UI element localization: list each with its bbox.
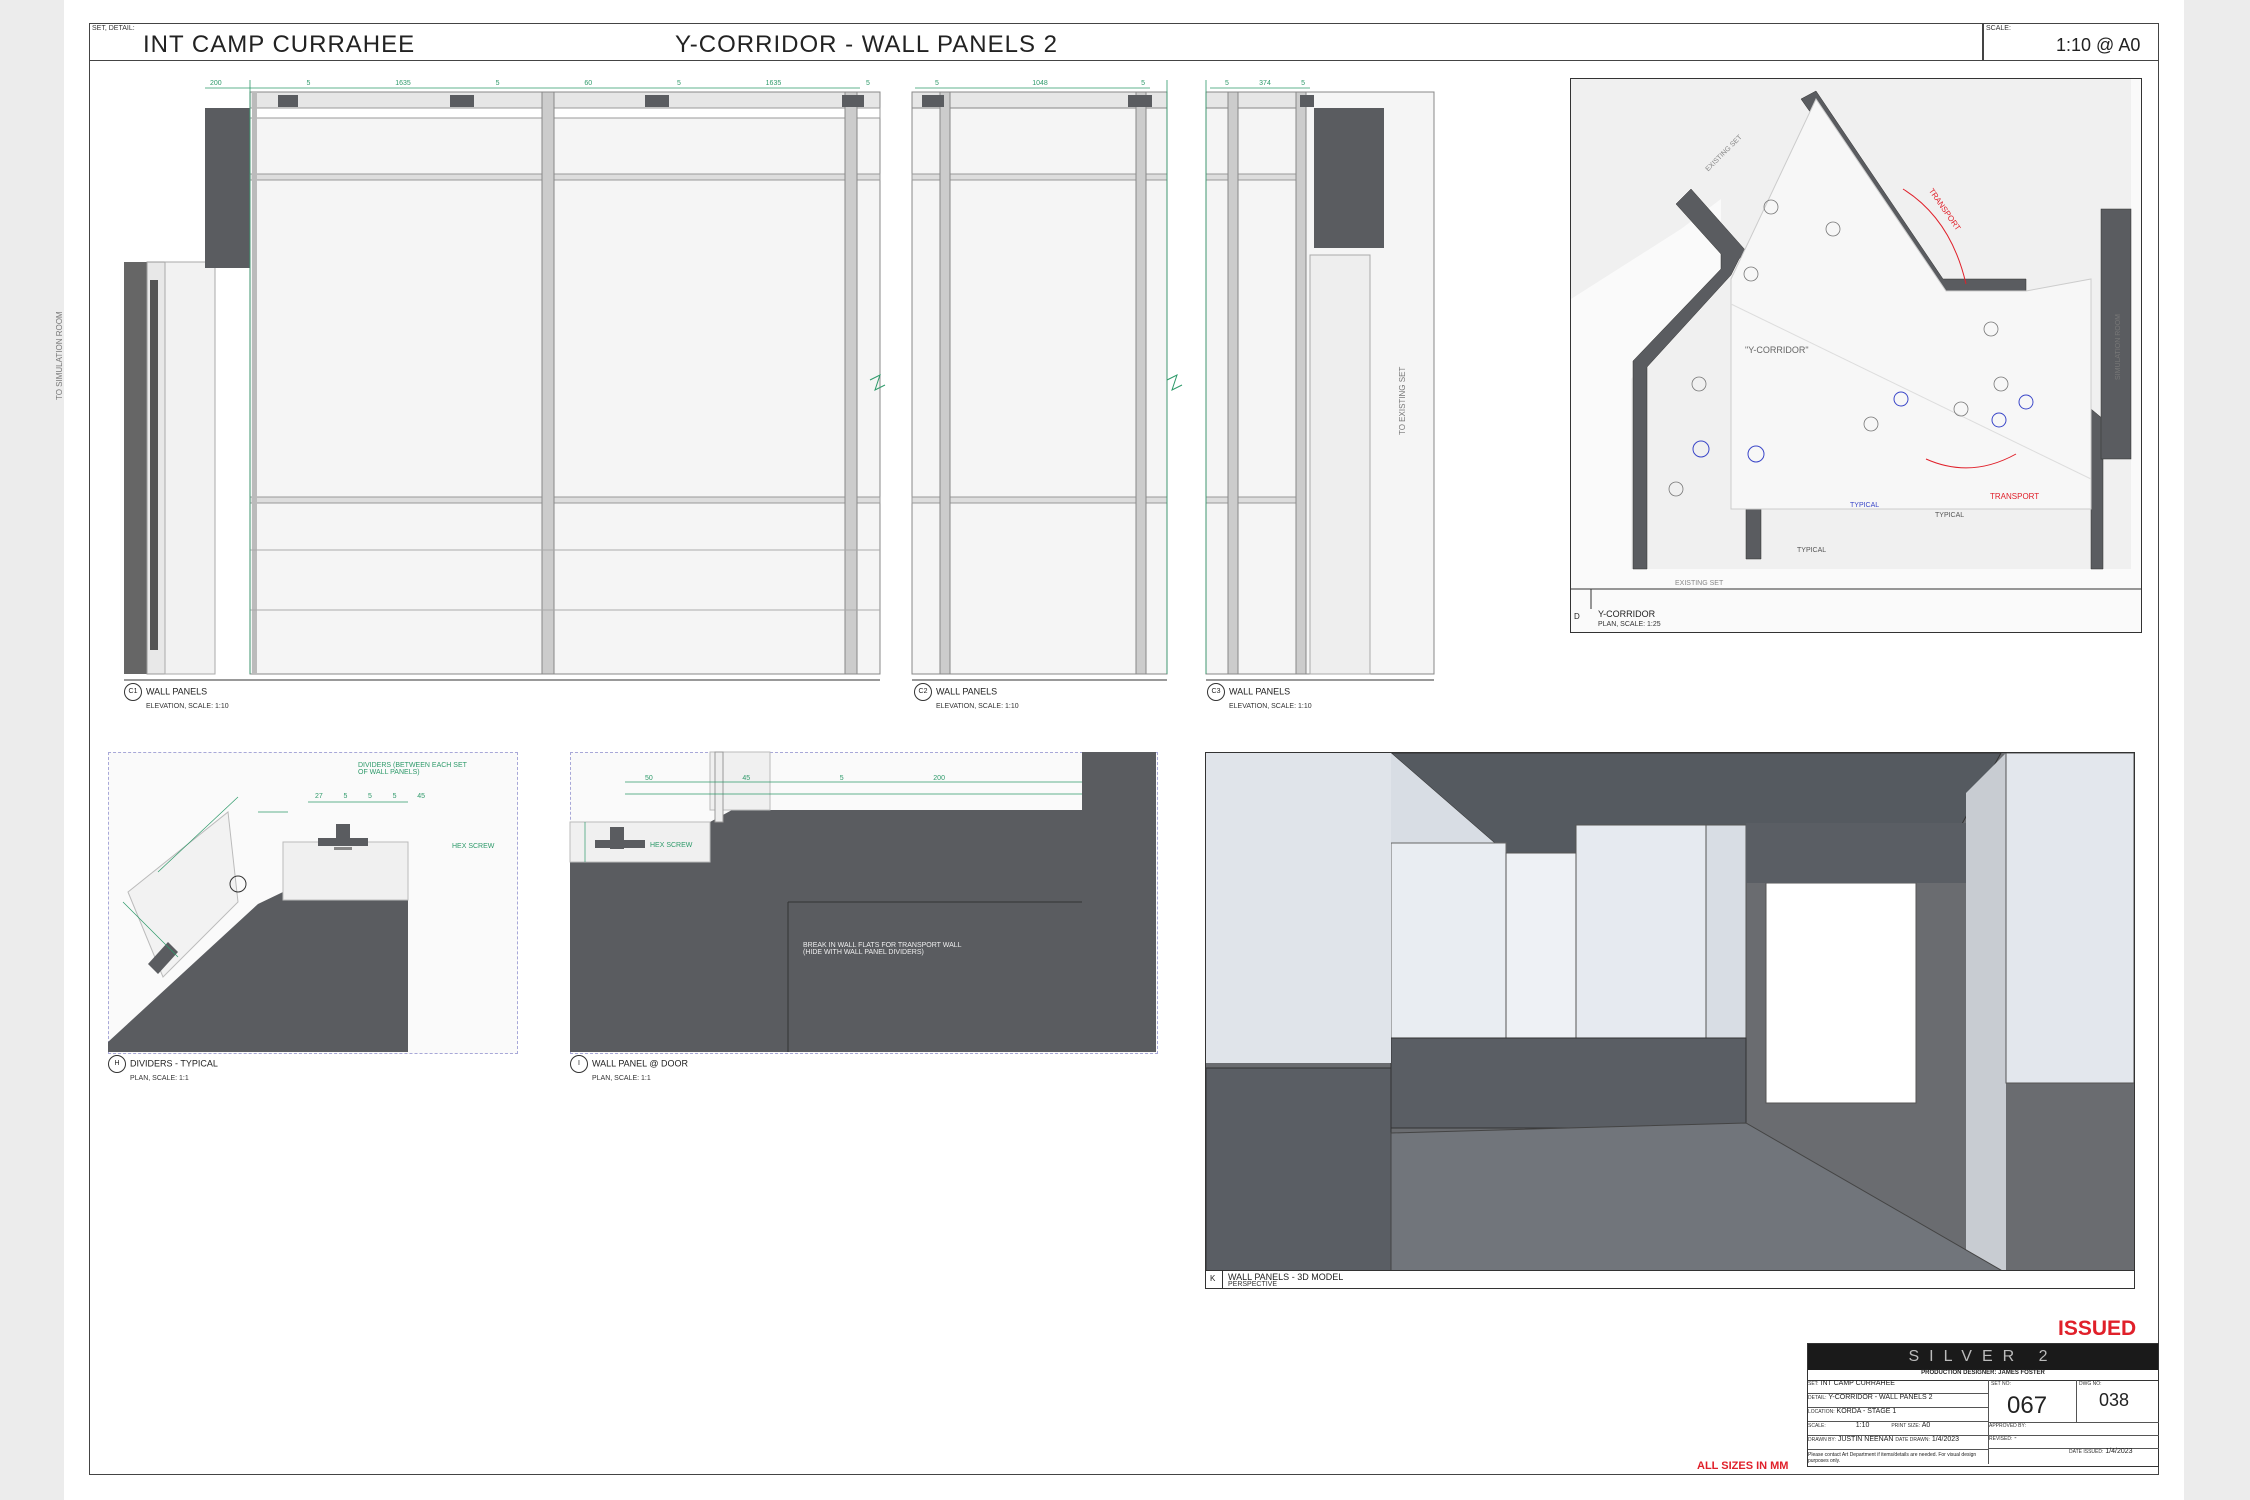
to-existing-set-label: TO EXISTING SET <box>1398 366 1407 435</box>
view-title-c2: C2 WALL PANELS ELEVATION, SCALE: 1:10 <box>914 683 1019 711</box>
dividers-note: DIVIDERS (BETWEEN EACH SET OF WALL PANEL… <box>358 762 467 776</box>
dims-row-3: 5 374 5 <box>1225 80 1305 87</box>
view-title-c1: C1 WALL PANELS ELEVATION, SCALE: 1:10 <box>124 683 229 711</box>
plan-transport-2: TRANSPORT <box>1990 492 2040 501</box>
model-title-bar: K WALL PANELS - 3D MODEL PERSPECTIVE <box>1206 1270 2134 1288</box>
to-simulation-room-label: TO SIMULATION ROOM <box>55 311 64 400</box>
dividers-hex-screw: HEX SCREW <box>452 843 495 850</box>
plan-typical-1: TYPICAL <box>1850 502 1880 509</box>
detail-dividers-drawing <box>108 796 409 1052</box>
plan-view-title: Y-CORRIDOR PLAN, SCALE: 1:25 <box>1598 609 1661 629</box>
tb-dwg-no-cell: DWG NO: 038 <box>2076 1380 2159 1423</box>
elevation-c2 <box>911 91 1168 675</box>
scale-value: 1:10 @ A0 <box>2056 35 2141 55</box>
all-sizes-note: ALL SIZES IN MM <box>1697 1460 1789 1472</box>
model-render <box>1206 753 2134 1274</box>
plan-view-drawing <box>1571 79 2141 609</box>
model-letter: K <box>1210 1274 1216 1283</box>
tb-scale: 1:10 <box>1855 1422 1870 1429</box>
detail-door-drawing <box>569 751 1156 1052</box>
tb-dwg-no: 038 <box>2099 1390 2130 1410</box>
issued-stamp: ISSUED <box>2058 1317 2137 1340</box>
plan-typical-3: TYPICAL <box>1797 547 1827 554</box>
elevation-drawing <box>124 80 1435 681</box>
tb-revised: REVISED: - <box>1988 1435 2159 1449</box>
tb-location: KORDA - STAGE 1 <box>1836 1408 1897 1415</box>
view-title-c3: C3 WALL PANELS ELEVATION, SCALE: 1:10 <box>1207 683 1312 711</box>
tb-set: INT CAMP CURRAHEE <box>1820 1380 1895 1387</box>
model-sub: PERSPECTIVE <box>1228 1281 1278 1288</box>
tb-set-no-cell: SET NO: 067 <box>1988 1380 2077 1423</box>
title-block: SILVER 2 PRODUCTION DESIGNER: JAMES FOST… <box>1807 1343 2159 1467</box>
plan-room-label: "Y-CORRIDOR" <box>1745 345 1809 355</box>
header-divider <box>1982 23 1984 61</box>
tb-print-size: A0 <box>1921 1422 1931 1429</box>
tb-drawn-by: JUSTIN NEENAN <box>1837 1436 1894 1443</box>
door-note: BREAK IN WALL FLATS FOR TRANSPORT WALL (… <box>803 942 962 956</box>
tb-date-drawn: 1/4/2023 <box>1931 1436 1960 1443</box>
detail-dividers-title: H DIVIDERS - TYPICAL PLAN, SCALE: 1:1 <box>108 1055 218 1083</box>
plan-view-letter: D <box>1574 612 1580 621</box>
tb-date-issued: DATE ISSUED: 1/4/2023 <box>1988 1448 2159 1464</box>
door-dims: 50 45 5 200 <box>645 775 945 782</box>
wall-section-left <box>124 262 147 674</box>
door-hex-screw: HEX SCREW <box>650 842 693 849</box>
tb-detail: Y-CORRIDOR - WALL PANELS 2 <box>1828 1394 1933 1401</box>
scale-label: SCALE: <box>1986 25 2011 32</box>
elevation-c1 <box>249 91 881 675</box>
tb-set-no: 067 <box>2007 1392 2048 1419</box>
dims-row-1: 200 5 1635 5 60 5 1635 5 <box>210 80 870 87</box>
detail-door-title: I WALL PANEL @ DOOR PLAN, SCALE: 1:1 <box>570 1055 688 1083</box>
dividers-dims: 27 5 5 5 45 <box>315 793 425 800</box>
model-view-frame: K WALL PANELS - 3D MODEL PERSPECTIVE <box>1205 752 2135 1289</box>
plan-simulation-room: SIMULATION ROOM <box>2115 314 2122 380</box>
plan-existing-set-bottom: EXISTING SET <box>1675 580 1724 587</box>
tb-disclaimer: Please contact Art Department if items/d… <box>1808 1452 1977 1464</box>
title-block-left: SET: INT CAMP CURRAHEE DETAIL: Y-CORRIDO… <box>1808 1380 1988 1464</box>
plan-typical-2: TYPICAL <box>1935 512 1965 519</box>
dims-row-2: 5 1048 5 <box>935 80 1145 87</box>
project-logo: SILVER 2 <box>1808 1344 2158 1370</box>
tb-approved: APPROVED BY: <box>1988 1422 2159 1436</box>
